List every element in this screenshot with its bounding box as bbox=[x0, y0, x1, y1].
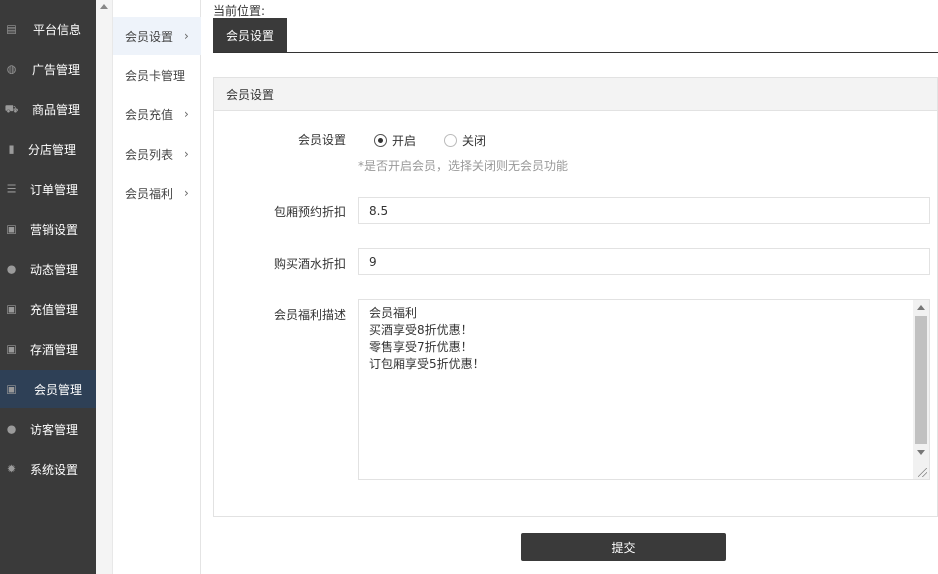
user-icon: ● bbox=[6, 422, 17, 436]
sidebar-item-members[interactable]: ▣ 会员管理 bbox=[0, 370, 96, 408]
submenu-item-label: 会员充值 bbox=[125, 107, 174, 122]
submenu-item-member-card[interactable]: 会员卡管理 bbox=[113, 56, 201, 94]
submenu-item-member-benefits[interactable]: 会员福利 › bbox=[113, 174, 201, 212]
gift-icon: ▣ bbox=[6, 302, 17, 316]
sidebar-item-label: 广告管理 bbox=[32, 62, 81, 77]
sidebar-item-visitors[interactable]: ● 访客管理 bbox=[0, 410, 96, 448]
globe-icon: ◍ bbox=[6, 62, 17, 76]
radio-disable-label: 关闭 bbox=[462, 134, 487, 148]
radio-enable-label: 开启 bbox=[392, 134, 417, 148]
member-setting-label: 会员设置 bbox=[297, 133, 346, 147]
list-icon: ☰ bbox=[6, 182, 17, 196]
sidebar-item-label: 充值管理 bbox=[30, 302, 79, 317]
sidebar-item-orders[interactable]: ☰ 订单管理 bbox=[0, 170, 96, 208]
gift-icon: ▣ bbox=[6, 342, 17, 356]
sidebar-item-label: 平台信息 bbox=[33, 22, 82, 37]
submenu-item-member-settings[interactable]: 会员设置 › bbox=[113, 17, 201, 55]
sub-menu: 会员设置 › 会员卡管理 会员充值 › 会员列表 › 会员福利 › bbox=[113, 0, 201, 574]
scroll-thumb[interactable] bbox=[915, 316, 927, 444]
room-discount-input[interactable] bbox=[358, 197, 930, 224]
sidebar-item-products[interactable]: ⛟ 商品管理 bbox=[0, 90, 96, 128]
sidebar-item-label: 动态管理 bbox=[30, 262, 79, 277]
book-icon: ▮ bbox=[8, 142, 15, 156]
chevron-right-icon: › bbox=[184, 147, 189, 161]
drink-discount-input[interactable] bbox=[358, 248, 930, 275]
scroll-up-icon[interactable] bbox=[917, 305, 925, 310]
breadcrumb-current-tab[interactable]: 会员设置 bbox=[213, 18, 287, 52]
submenu-item-label: 会员卡管理 bbox=[125, 68, 186, 83]
sidebar-item-branches[interactable]: ▮ 分店管理 bbox=[0, 130, 96, 168]
chevron-right-icon: › bbox=[184, 107, 189, 121]
radio-enable[interactable]: 开启 bbox=[374, 132, 416, 149]
sidebar-item-label: 存酒管理 bbox=[30, 342, 79, 357]
benefit-desc-label: 会员福利描述 bbox=[273, 308, 346, 322]
sidebar-item-label: 访客管理 bbox=[30, 422, 79, 437]
radio-checked-icon[interactable] bbox=[374, 134, 387, 147]
benefit-desc-box: 会员福利 买酒享受8折优惠！ 零售享受7折优惠！ 订包厢享受5折优惠！ bbox=[358, 299, 930, 480]
gift-icon: ▣ bbox=[6, 382, 17, 396]
benefit-desc-textarea[interactable]: 会员福利 买酒享受8折优惠！ 零售享受7折优惠！ 订包厢享受5折优惠！ bbox=[359, 300, 914, 479]
panel-title: 会员设置 bbox=[214, 78, 937, 111]
sidebar-item-label: 订单管理 bbox=[30, 182, 79, 197]
sidebar-scrollbar[interactable] bbox=[96, 0, 113, 574]
gift-icon: ▣ bbox=[6, 222, 17, 236]
sidebar-item-platform-info[interactable]: ▤ 平台信息 bbox=[0, 10, 96, 48]
sidebar-item-label: 系统设置 bbox=[30, 462, 79, 477]
sidebar-item-feeds[interactable]: ● 动态管理 bbox=[0, 250, 96, 288]
scroll-up-icon[interactable] bbox=[100, 4, 108, 9]
member-setting-hint: *是否开启会员，选择关闭则无会员功能 bbox=[358, 159, 569, 173]
submenu-item-member-recharge[interactable]: 会员充值 › bbox=[113, 95, 201, 133]
submit-button[interactable]: 提交 bbox=[521, 533, 726, 561]
user-icon: ● bbox=[6, 262, 17, 276]
radio-disable[interactable]: 关闭 bbox=[444, 132, 486, 149]
main-sidebar: ▤ 平台信息 ◍ 广告管理 ⛟ 商品管理 ▮ 分店管理 ☰ 订单管理 ▣ 营销设… bbox=[0, 0, 96, 574]
sidebar-item-system-settings[interactable]: ✹ 系统设置 bbox=[0, 450, 96, 488]
sidebar-item-label: 分店管理 bbox=[28, 142, 77, 157]
submenu-item-label: 会员列表 bbox=[125, 147, 174, 162]
textarea-scrollbar[interactable] bbox=[913, 300, 929, 479]
submenu-item-label: 会员福利 bbox=[125, 186, 174, 201]
room-discount-label: 包厢预约折扣 bbox=[273, 205, 346, 219]
sidebar-item-label: 商品管理 bbox=[32, 102, 81, 117]
breadcrumb-divider bbox=[213, 52, 938, 53]
sidebar-item-marketing[interactable]: ▣ 营销设置 bbox=[0, 210, 96, 248]
sidebar-item-label: 会员管理 bbox=[34, 382, 83, 397]
radio-unchecked-icon[interactable] bbox=[444, 134, 457, 147]
sidebar-item-ads[interactable]: ◍ 广告管理 bbox=[0, 50, 96, 88]
resize-grip-icon[interactable] bbox=[918, 468, 927, 477]
submenu-item-member-list[interactable]: 会员列表 › bbox=[113, 135, 201, 173]
drink-discount-label: 购买酒水折扣 bbox=[273, 257, 346, 271]
newspaper-icon: ▤ bbox=[6, 22, 17, 36]
breadcrumb-label: 当前位置: bbox=[213, 4, 266, 18]
chevron-right-icon: › bbox=[184, 29, 189, 43]
gear-icon: ✹ bbox=[6, 462, 17, 476]
cart-icon: ⛟ bbox=[4, 102, 19, 116]
scroll-down-icon[interactable] bbox=[917, 450, 925, 455]
sidebar-item-wine-storage[interactable]: ▣ 存酒管理 bbox=[0, 330, 96, 368]
sidebar-item-label: 营销设置 bbox=[30, 222, 79, 237]
chevron-right-icon: › bbox=[184, 186, 189, 200]
sidebar-item-recharge[interactable]: ▣ 充值管理 bbox=[0, 290, 96, 328]
submenu-item-label: 会员设置 bbox=[125, 29, 174, 44]
